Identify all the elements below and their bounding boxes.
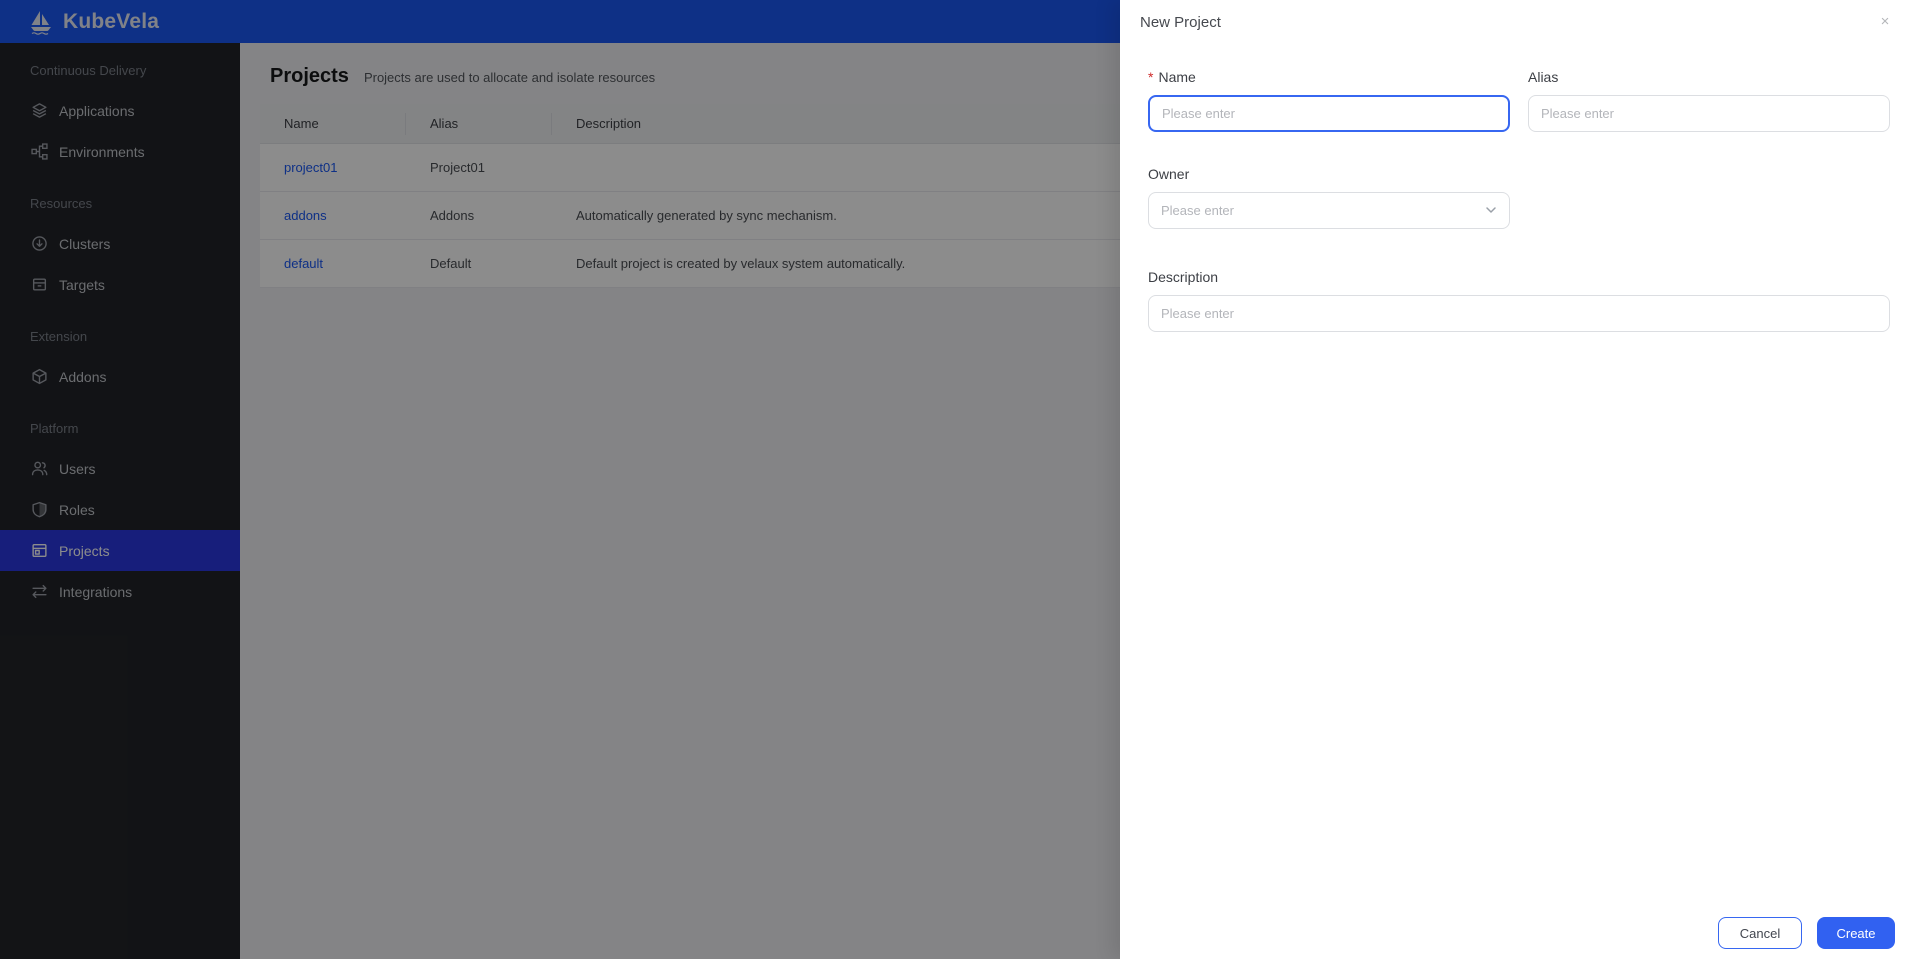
drawer-header: New Project × <box>1120 0 1912 43</box>
required-asterisk: * <box>1148 69 1153 85</box>
owner-field-group: Owner <box>1148 166 1890 229</box>
name-label: *Name <box>1148 69 1510 85</box>
close-icon[interactable]: × <box>1874 13 1896 31</box>
owner-label: Owner <box>1148 166 1890 182</box>
alias-field-group: Alias <box>1528 47 1890 132</box>
alias-label: Alias <box>1528 69 1890 85</box>
create-button[interactable]: Create <box>1817 917 1895 949</box>
owner-select-input[interactable] <box>1148 192 1510 229</box>
description-label: Description <box>1148 269 1890 285</box>
name-input[interactable] <box>1148 95 1510 132</box>
alias-input[interactable] <box>1528 95 1890 132</box>
description-field-group: Description <box>1148 269 1890 332</box>
owner-select[interactable] <box>1148 192 1510 229</box>
new-project-drawer: New Project × *Name Alias Owner Desc <box>1120 0 1912 959</box>
drawer-form: *Name Alias Owner Description <box>1120 43 1912 332</box>
name-field-group: *Name <box>1148 47 1510 132</box>
drawer-footer: Cancel Create <box>1718 917 1895 949</box>
drawer-title: New Project <box>1140 14 1221 31</box>
description-input[interactable] <box>1148 295 1890 332</box>
cancel-button[interactable]: Cancel <box>1718 917 1802 949</box>
